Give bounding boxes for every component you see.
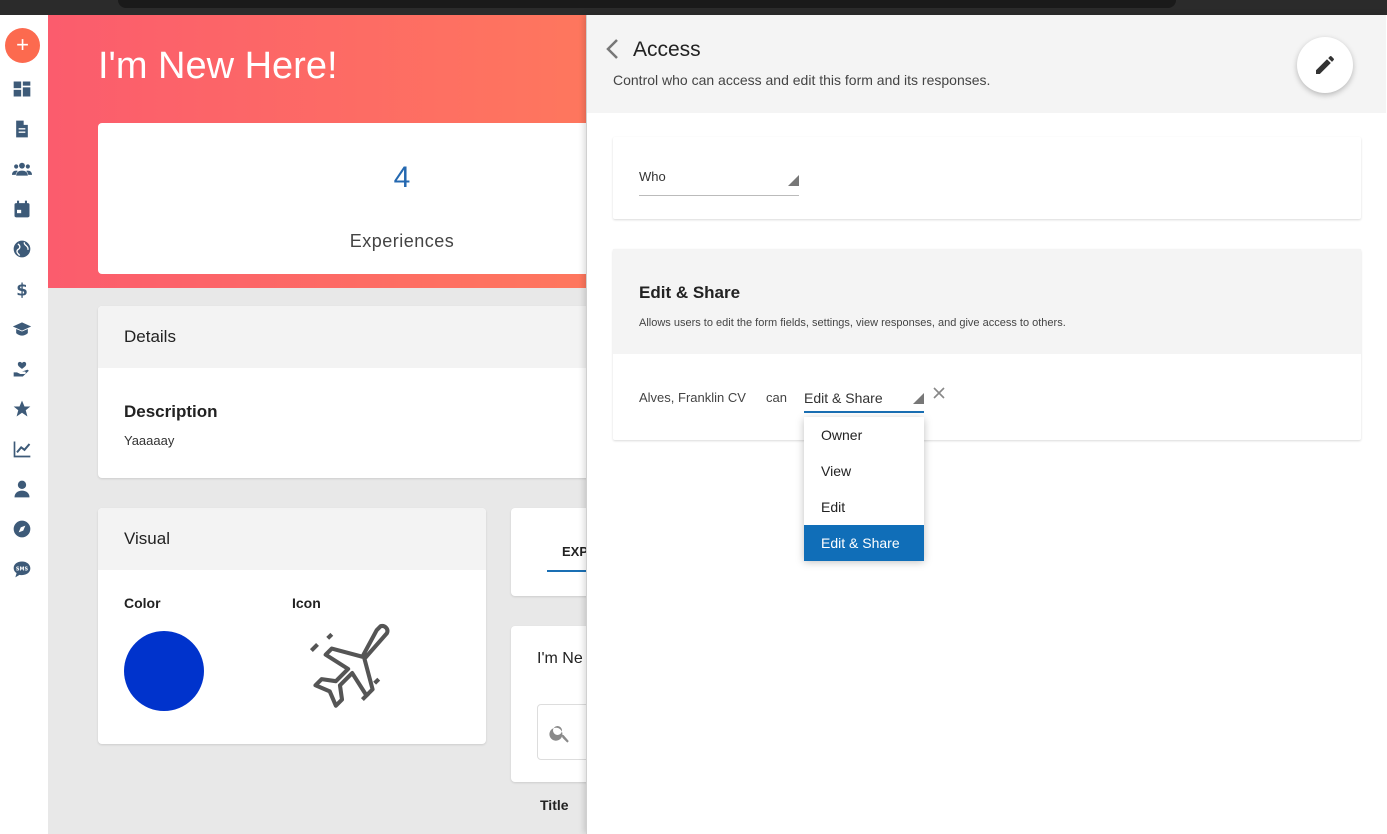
experience-page: I'm New Here! 4 Experiences Details Desc… (48, 15, 586, 834)
panel-subtitle: Control who can access and edit this for… (613, 72, 991, 88)
person-icon[interactable] (11, 478, 33, 500)
edit-share-card: Edit & Share Allows users to edit the fo… (613, 249, 1361, 440)
add-button[interactable]: + (5, 28, 40, 63)
experiences-label: Experiences (349, 231, 455, 251)
sms-icon[interactable]: SMS (11, 558, 33, 580)
description-value: Yaaaaay (124, 433, 175, 448)
permission-select-value: Edit & Share (804, 390, 883, 406)
edit-share-header: Edit & Share Allows users to edit the fo… (613, 249, 1361, 354)
tab-experiences[interactable]: EXP (562, 544, 586, 559)
icon-label: Icon (292, 595, 321, 611)
tabs-card: EXP (511, 508, 586, 596)
access-panel: Access Control who can access and edit t… (586, 15, 1387, 834)
experiences-count: 4 (393, 161, 411, 194)
menu-item-owner[interactable]: Owner (804, 417, 924, 453)
search-icon (549, 726, 569, 743)
chevron-left-icon (606, 39, 618, 59)
page-title: I'm New Here! (98, 45, 338, 87)
graduation-cap-icon[interactable] (11, 318, 33, 340)
active-tab-indicator (547, 570, 586, 572)
people-icon[interactable] (11, 158, 33, 180)
experiences-stat-card: 4 Experiences (98, 123, 586, 274)
person-name: Alves, Franklin CV (639, 390, 746, 405)
menu-item-view[interactable]: View (804, 453, 924, 489)
edit-button[interactable] (1297, 37, 1353, 93)
description-label: Description (124, 402, 218, 421)
star-icon[interactable] (11, 398, 33, 420)
back-button[interactable] (603, 37, 623, 61)
search-input[interactable] (537, 704, 586, 760)
permission-dropdown-menu: Owner View Edit Edit & Share (804, 417, 924, 561)
can-label: can (766, 390, 787, 405)
svg-text:$: $ (16, 281, 28, 299)
address-bar[interactable] (118, 0, 1176, 8)
svg-text:SMS: SMS (16, 566, 29, 572)
visual-header: Visual (98, 508, 486, 570)
color-swatch (124, 631, 204, 711)
experience-list-card: I'm Ne (511, 626, 586, 782)
compass-icon[interactable] (11, 518, 33, 540)
globe-icon[interactable] (11, 238, 33, 260)
document-icon[interactable] (11, 118, 33, 140)
airplane-icon (309, 623, 390, 708)
browser-top-strip (0, 0, 1387, 15)
details-card: Details Description Yaaaaay (98, 306, 586, 478)
edit-share-title: Edit & Share (639, 283, 741, 302)
menu-item-edit-share[interactable]: Edit & Share (804, 525, 924, 561)
pencil-icon (1316, 56, 1334, 74)
dashboard-icon[interactable] (11, 78, 33, 100)
chart-line-icon[interactable] (11, 438, 33, 460)
dropdown-arrow-icon (788, 175, 799, 186)
dropdown-arrow-icon (913, 393, 924, 404)
who-select[interactable]: Who (639, 167, 799, 196)
edit-share-description: Allows users to edit the form fields, se… (639, 317, 1066, 329)
left-nav-rail: + $ SMS (0, 15, 48, 834)
details-header: Details (98, 306, 586, 368)
dollar-icon[interactable]: $ (11, 278, 33, 300)
permission-select[interactable]: Edit & Share (804, 382, 924, 413)
heart-hand-icon[interactable] (11, 358, 33, 380)
calendar-icon[interactable] (11, 198, 33, 220)
who-card: Who (613, 137, 1361, 219)
menu-item-edit[interactable]: Edit (804, 489, 924, 525)
who-select-label: Who (639, 169, 666, 184)
list-title: I'm Ne (537, 650, 583, 667)
close-icon[interactable] (931, 385, 947, 401)
panel-title: Access (633, 38, 701, 61)
table-column-title[interactable]: Title (540, 797, 569, 813)
visual-card: Visual Color Icon (98, 508, 486, 744)
panel-header: Access Control who can access and edit t… (587, 15, 1386, 113)
color-label: Color (124, 595, 161, 611)
